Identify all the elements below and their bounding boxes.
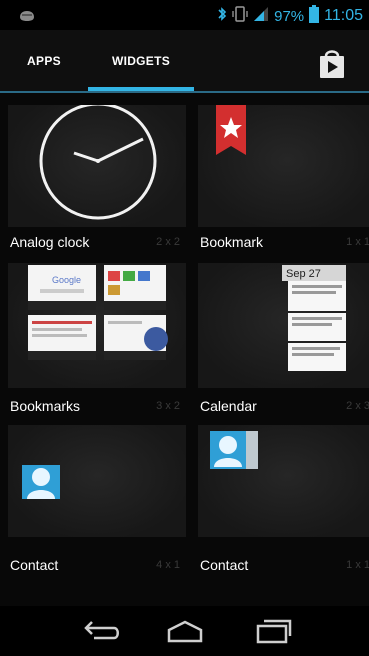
- widget-bookmark[interactable]: Bookmark 1 x 1: [198, 105, 369, 255]
- status-bar: 97% 11:05: [0, 0, 369, 30]
- tab-apps[interactable]: APPS: [14, 30, 74, 92]
- signal-icon: [253, 6, 269, 27]
- widget-label: Contact: [200, 557, 249, 573]
- bookmark-ribbon-icon: [216, 105, 246, 155]
- widget-label: Bookmark: [200, 234, 264, 250]
- widget-size: 3 x 2: [156, 400, 180, 412]
- widget-grid: Analog clock 2 x 2 Bookmark 1 x 1 Google: [0, 93, 369, 606]
- widget-size: 1 x 1: [346, 236, 369, 248]
- analog-clock-icon: [39, 102, 157, 220]
- widget-contact-wide[interactable]: Contact 4 x 1: [8, 425, 186, 575]
- back-icon: [84, 621, 119, 640]
- widget-contact-card[interactable]: Contact 1 x 1: [198, 425, 369, 575]
- contact-card-preview: [198, 425, 369, 537]
- navigation-bar: [0, 606, 369, 656]
- widget-size: 2 x 2: [156, 236, 180, 248]
- battery-icon: [309, 4, 320, 28]
- bookmarks-preview: Google: [8, 263, 186, 388]
- calendar-preview: Sep 27: [198, 263, 369, 388]
- home-button[interactable]: [163, 616, 207, 646]
- widget-label: Calendar: [200, 398, 257, 414]
- recent-apps-icon: [256, 619, 292, 644]
- widget-bookmarks[interactable]: Google Bookmarks 3 x 2: [8, 263, 186, 415]
- bookmark-thumbnails-icon: Google: [28, 265, 168, 360]
- widget-size: 2 x 3: [346, 400, 369, 412]
- bookmark-preview: [198, 105, 369, 227]
- bluetooth-icon: [217, 5, 227, 28]
- contact-card-icon: [210, 431, 258, 469]
- widget-size: 1 x 1: [346, 559, 369, 571]
- widget-label: Bookmarks: [10, 398, 81, 414]
- tab-bar: APPS WIDGETS: [0, 30, 369, 92]
- analog-clock-preview: [8, 102, 186, 227]
- widget-label: Contact: [10, 557, 59, 573]
- widget-calendar[interactable]: Sep 27 Calendar 2 x 3: [198, 263, 369, 415]
- notification-icon: [18, 9, 36, 28]
- widget-size: 4 x 1: [156, 559, 180, 571]
- play-store-bag-icon: [320, 50, 344, 78]
- tab-widgets[interactable]: WIDGETS: [88, 30, 194, 92]
- clock-time: 11:05: [324, 7, 363, 24]
- svg-text:Google: Google: [52, 275, 81, 285]
- vibrate-icon: [232, 5, 248, 28]
- calendar-icon: Sep 27: [282, 265, 346, 371]
- widget-label: Analog clock: [10, 234, 90, 250]
- home-icon: [167, 620, 203, 643]
- play-store-button[interactable]: [315, 47, 349, 81]
- contact-preview: [8, 425, 186, 537]
- back-button[interactable]: [78, 616, 122, 646]
- svg-text:Sep 27: Sep 27: [286, 268, 321, 280]
- widget-analog-clock[interactable]: Analog clock 2 x 2: [8, 102, 186, 255]
- recent-apps-button[interactable]: [250, 616, 294, 646]
- battery-percent: 97%: [274, 7, 305, 25]
- contact-avatar-icon: [22, 465, 60, 499]
